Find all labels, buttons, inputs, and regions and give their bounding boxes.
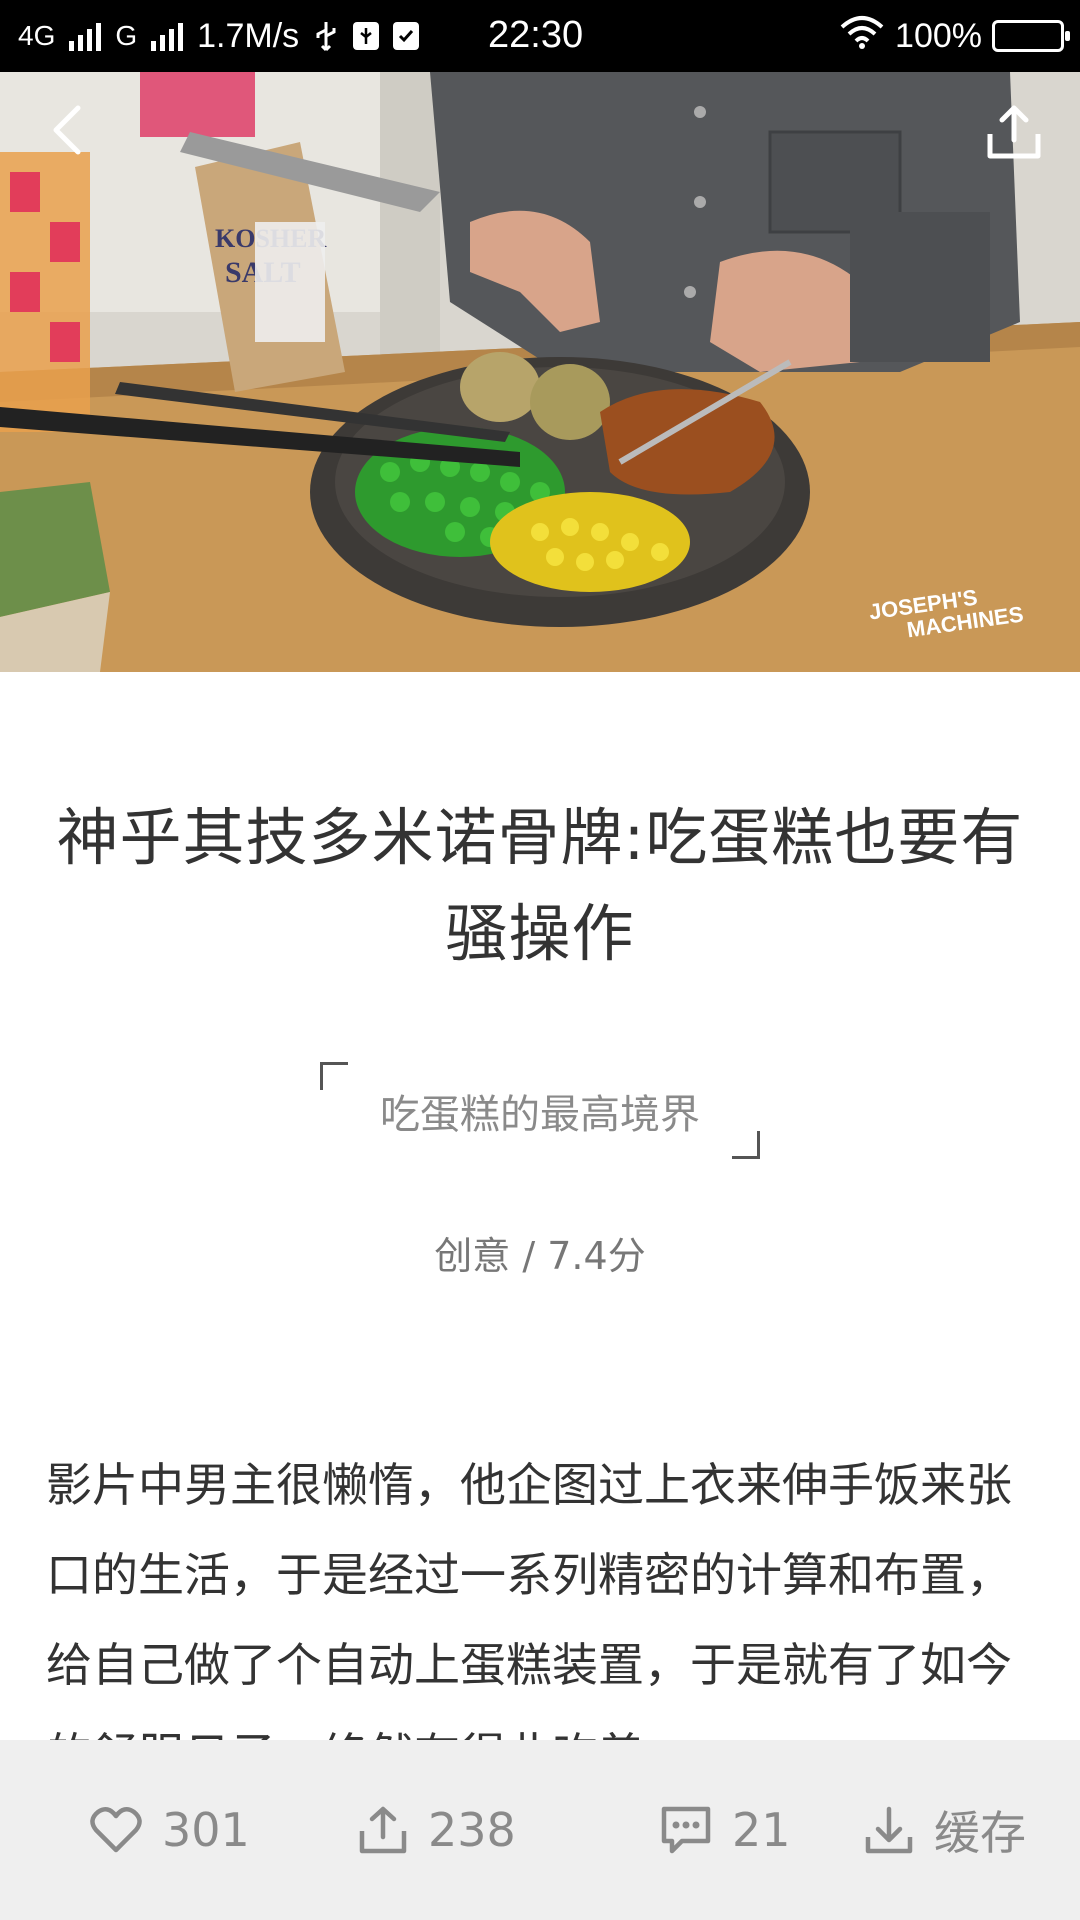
- article-meta: 创意 / 7.4分: [434, 1234, 646, 1278]
- share-count: 238: [428, 1803, 516, 1857]
- clipboard-check-icon: [393, 22, 420, 50]
- download-button[interactable]: 缓存: [864, 1740, 1026, 1920]
- battery-icon: [992, 20, 1070, 52]
- share-icon: [987, 105, 1041, 159]
- download-icon: [865, 1806, 913, 1854]
- hero-video-thumbnail[interactable]: KOSHER SALT: [0, 72, 1080, 672]
- battery-percent: 100%: [895, 16, 982, 55]
- action-bar: 301 238 21 缓存: [0, 1740, 1080, 1920]
- status-bar: 4G G 1.7M/s 22:30 100%: [0, 0, 1080, 72]
- share-icon: [359, 1806, 407, 1854]
- article-quote: 吃蛋糕的最高境界: [310, 1058, 770, 1163]
- network-type-1: 4G: [18, 20, 56, 51]
- usb-debug-icon: [353, 22, 380, 50]
- network-speed: 1.7M/s: [197, 16, 300, 55]
- comment-button[interactable]: 21: [660, 1740, 791, 1920]
- status-time: 22:30: [488, 14, 584, 56]
- status-right: 100%: [839, 0, 1070, 72]
- comment-count: 21: [732, 1803, 791, 1857]
- wifi-icon: [839, 15, 885, 58]
- signal-icon: [69, 21, 102, 51]
- share-button[interactable]: [984, 102, 1044, 162]
- share-action-button[interactable]: 238: [358, 1740, 516, 1920]
- comment-icon: [661, 1806, 711, 1854]
- status-left: 4G G 1.7M/s: [18, 16, 420, 56]
- article-title: 神乎其技多米诺骨牌:吃蛋糕也要有骚操作: [56, 801, 1024, 970]
- chevron-left-icon: [53, 105, 81, 155]
- heart-icon: [90, 1807, 142, 1853]
- back-button[interactable]: [40, 100, 100, 160]
- like-count: 301: [162, 1803, 250, 1857]
- network-type-2: G: [115, 20, 138, 51]
- usb-icon: [313, 21, 339, 52]
- download-label: 缓存: [934, 1806, 1026, 1860]
- like-button[interactable]: 301: [90, 1740, 250, 1920]
- quote-text: 吃蛋糕的最高境界: [380, 1092, 700, 1138]
- quote-close-bracket: [732, 1131, 760, 1159]
- hero-scene-illustration: KOSHER SALT: [0, 72, 1080, 672]
- signal-icon: [151, 21, 184, 51]
